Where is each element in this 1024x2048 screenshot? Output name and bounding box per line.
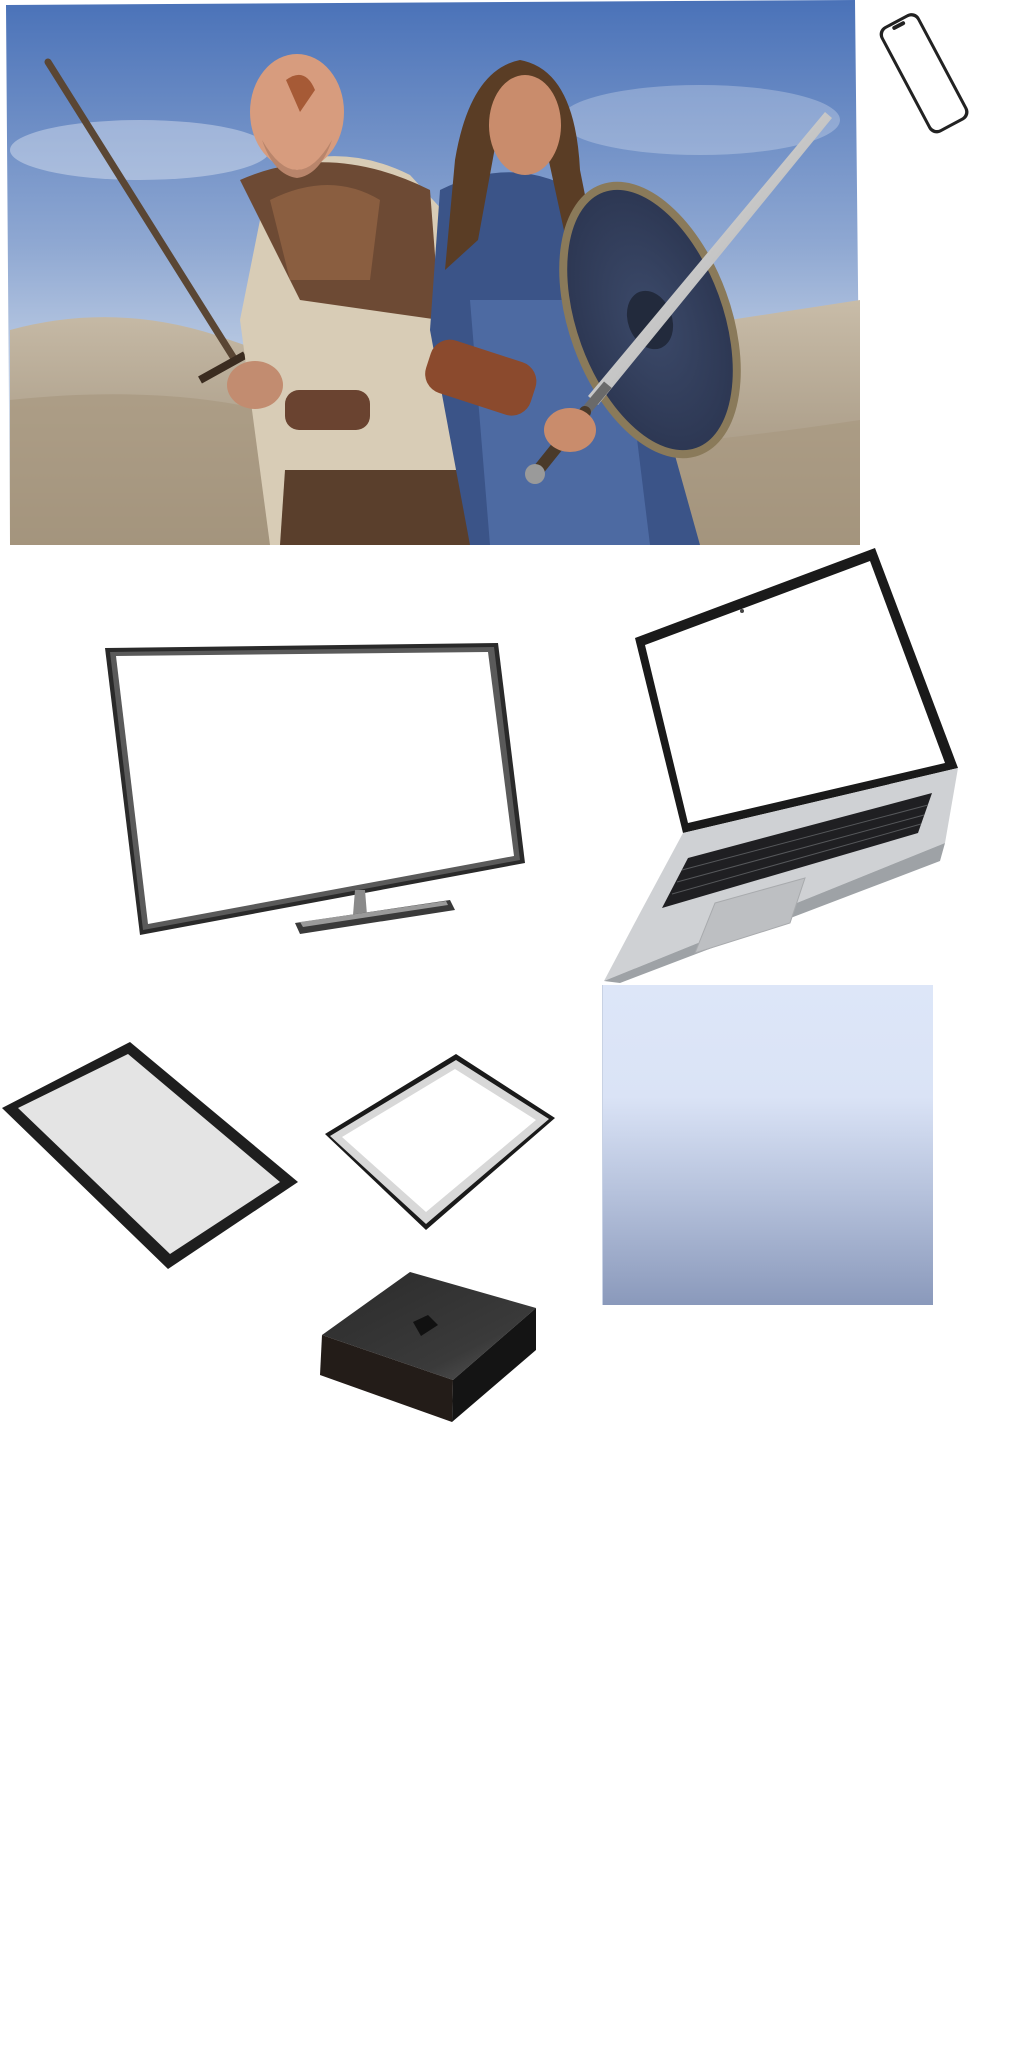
warriors-photo-illustration [6, 0, 860, 545]
tablet-icon-small [322, 1052, 558, 1232]
media-box-icon [318, 1270, 540, 1425]
hero-photo [0, 0, 860, 545]
smartphone-icon [870, 8, 980, 143]
laptop-icon [600, 543, 962, 983]
tablet-icon-large [0, 1040, 300, 1272]
monitor-icon [100, 638, 530, 938]
gradient-panel [602, 985, 933, 1305]
